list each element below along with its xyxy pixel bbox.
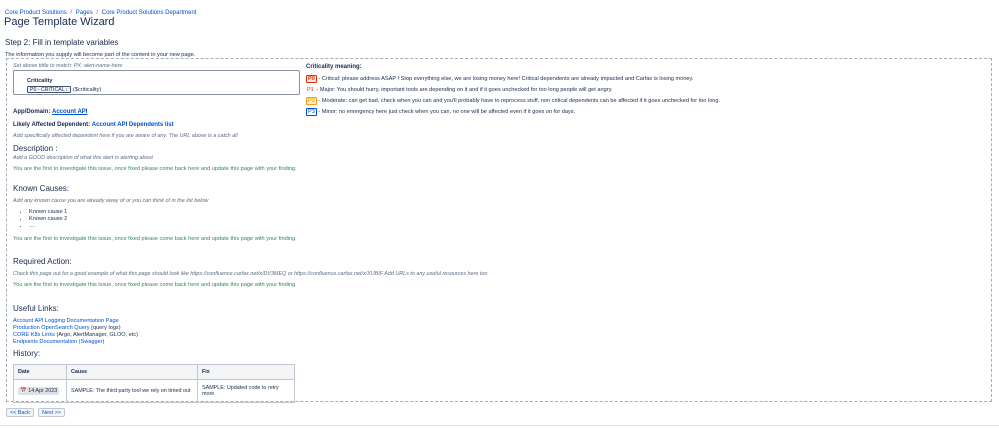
history-fix-cell: SAMPLE: Updated code to retry more: [197, 379, 295, 403]
breadcrumb-link-department[interactable]: Core Product Solutions Department: [102, 10, 197, 16]
legend-row-p0: P0 - Critical: please address ASAP ! Sto…: [306, 75, 694, 83]
known-causes-heading: Known Causes:: [13, 184, 70, 193]
app-domain-row: App/Domain: Account API: [13, 109, 87, 115]
criticality-selected-value: P0 - CRITICAL: [30, 87, 65, 93]
known-causes-hint: Add any known cause you are already away…: [13, 198, 209, 204]
legend-text: - Minor: no emergency here just check wh…: [316, 109, 576, 115]
legend-text: - Moderate: can get bad, check when you …: [316, 98, 721, 104]
history-table: Date Cause Fix 📅 14 Apr 2023 SAMPLE: The…: [13, 364, 295, 403]
criticality-label: Criticality: [27, 78, 53, 84]
list-item: Account API Logging Documentation Page: [13, 318, 138, 325]
dependent-link[interactable]: Account API Dependents list: [92, 122, 174, 128]
template-variables-panel: Set above tittle to match: PX: alert-nam…: [6, 58, 992, 403]
history-cause-cell: SAMPLE: The third party tool we rely on …: [66, 379, 198, 403]
description-note: You are the first to investigate this is…: [13, 166, 297, 172]
step-title: Step 2: Fill in template variables: [5, 38, 119, 47]
list-item: Known cause 2: [29, 216, 67, 223]
description-hint: Add a GOOD description of what this aler…: [13, 155, 153, 161]
link-note: (query logs): [91, 325, 121, 331]
calendar-icon: 📅: [20, 388, 27, 394]
known-causes-list: Known cause 1 Known cause 2 ....: [21, 209, 67, 230]
legend-row-p1: P1 - Major: You should hurry, important …: [306, 87, 613, 93]
dependent-label: Likely Affected Dependent:: [13, 122, 91, 128]
p3-badge: P3: [306, 108, 317, 116]
page-title: Page Template Wizard: [4, 16, 115, 28]
list-item: Production OpenSearch Query (query logs): [13, 325, 138, 332]
history-date: 14 Apr 2023: [28, 388, 58, 394]
title-hint: Set above tittle to match: PX: alert-nam…: [13, 63, 123, 69]
criticality-legend-title: Criticality meaning:: [306, 64, 362, 70]
column-header-cause: Cause: [66, 364, 198, 380]
history-date-cell: 📅 14 Apr 2023: [13, 379, 67, 403]
swagger-docs-link[interactable]: Endpoints Documentation (Swagger): [13, 339, 104, 345]
known-causes-note: You are the first to investigate this is…: [13, 236, 297, 242]
list-item: Endpoints Documentation (Swagger): [13, 339, 138, 346]
p1-badge: P1: [307, 87, 314, 93]
back-button[interactable]: << Back: [6, 408, 34, 417]
legend-text: - Critical: please address ASAP ! Stop e…: [316, 76, 694, 82]
criticality-variable: ($criticality): [73, 87, 102, 93]
list-item: CORE K8s Links (Argo, AlertManager, GLOO…: [13, 332, 138, 339]
required-action-heading: Required Action:: [13, 257, 72, 266]
table-header-row: Date Cause Fix: [13, 364, 295, 380]
criticality-select[interactable]: P0 - CRITICAL ↕: [27, 86, 71, 93]
description-heading: Description :: [13, 144, 58, 153]
column-header-date: Date: [13, 364, 67, 380]
link-note: (Argo, AlertManager, GLOO, etc): [56, 332, 138, 338]
dependent-hint: Add specifically affected dependent here…: [13, 133, 238, 139]
footer-divider: [0, 425, 999, 426]
next-button[interactable]: Next >>: [38, 408, 65, 417]
list-item: Known cause 1: [29, 209, 67, 216]
useful-links-heading: Useful Links:: [13, 304, 59, 313]
p2-badge: P2: [306, 97, 317, 105]
list-item: ....: [29, 223, 67, 230]
criticality-box: Criticality P0 - CRITICAL ↕ ($criticalit…: [13, 70, 300, 95]
useful-links-list: Account API Logging Documentation Page P…: [13, 318, 138, 346]
required-action-note: You are the first to investigate this is…: [13, 282, 297, 288]
date-chip[interactable]: 📅 14 Apr 2023: [18, 387, 60, 395]
criticality-variable-name: $criticality: [74, 87, 100, 93]
opensearch-query-link[interactable]: Production OpenSearch Query: [13, 325, 90, 331]
k8s-links-link[interactable]: CORE K8s Links: [13, 332, 55, 338]
history-heading: History:: [13, 349, 41, 358]
legend-row-p2: P2 - Moderate: can get bad, check when y…: [306, 97, 721, 105]
app-domain-label: App/Domain:: [13, 109, 51, 115]
app-domain-link[interactable]: Account API: [52, 109, 87, 115]
chevron-updown-icon: ↕: [65, 87, 69, 93]
table-row: 📅 14 Apr 2023 SAMPLE: The third party to…: [13, 379, 295, 403]
dependent-row: Likely Affected Dependent: Account API D…: [13, 122, 174, 128]
required-action-hint: Check this page out for a good example o…: [13, 271, 488, 277]
p0-badge: P0: [306, 75, 317, 83]
column-header-fix: Fix: [197, 364, 295, 380]
logging-docs-link[interactable]: Account API Logging Documentation Page: [13, 318, 119, 324]
legend-text: - Major: You should hurry, important too…: [314, 87, 613, 93]
legend-row-p3: P3 - Minor: no emergency here just check…: [306, 108, 576, 116]
